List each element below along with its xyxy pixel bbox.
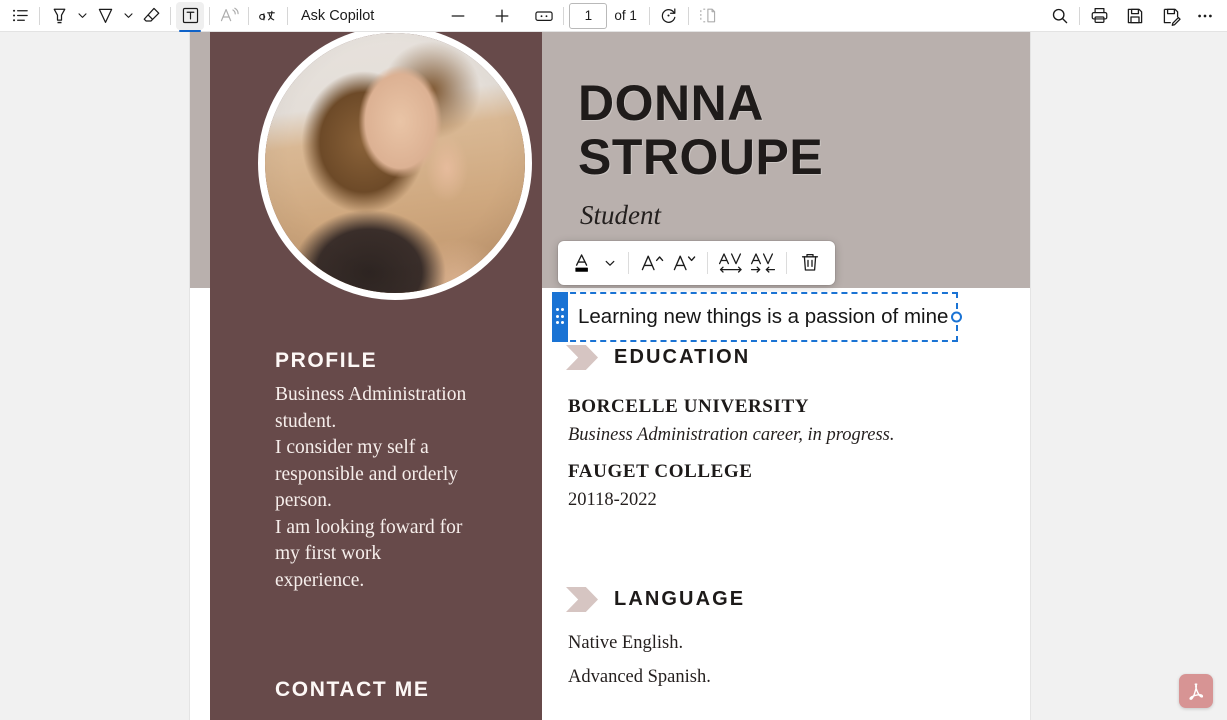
decrease-spacing-button[interactable] xyxy=(748,247,778,279)
highlighter-icon[interactable] xyxy=(45,2,73,30)
font-color-chevron-icon[interactable] xyxy=(600,247,620,279)
education-section-title: EDUCATION xyxy=(614,346,751,368)
page-count-label: of 1 xyxy=(614,8,637,23)
format-separator-2 xyxy=(707,252,708,274)
profile-section-title: PROFILE xyxy=(275,349,378,372)
resume-sidebar: PROFILE Business Administration student.… xyxy=(210,32,542,720)
textbox-text-after-caret: ssion of mine xyxy=(827,305,949,328)
format-separator-1 xyxy=(628,252,629,274)
eraser-icon[interactable] xyxy=(137,2,165,30)
chevron-right-icon xyxy=(566,587,598,612)
education-entries: BORCELLE UNIVERSITY Business Administrat… xyxy=(568,396,998,515)
resume-page: PROFILE Business Administration student.… xyxy=(190,32,1030,720)
toolbar-separator-7 xyxy=(648,6,650,25)
textbox-resize-handle[interactable] xyxy=(951,311,962,323)
text-format-toolbar xyxy=(558,241,835,285)
education-detail-0: Business Administration career, in progr… xyxy=(568,425,895,445)
top-toolbar: Ask Copilot 1 of 1 xyxy=(0,0,1227,32)
pen-chevron-icon[interactable] xyxy=(119,2,137,30)
format-separator-3 xyxy=(786,252,787,274)
toolbar-separator-4 xyxy=(248,6,249,25)
zoom-in-button[interactable] xyxy=(488,2,516,30)
print-icon[interactable] xyxy=(1085,2,1113,30)
language-section-title: LANGUAGE xyxy=(614,588,746,610)
education-school-1: FAUGET COLLEGE xyxy=(568,460,753,482)
increase-font-size-button[interactable] xyxy=(637,247,667,279)
page-view-icon[interactable] xyxy=(694,2,722,30)
education-section-header: EDUCATION xyxy=(566,345,750,370)
pen-icon[interactable] xyxy=(91,2,119,30)
save-as-icon[interactable] xyxy=(1157,2,1185,30)
textbox-text-before-caret: Learning new things is a pa xyxy=(578,305,828,328)
toolbar-separator-3 xyxy=(209,6,210,25)
toolbar-separator-9 xyxy=(1079,6,1080,25)
education-detail-1: 20118-2022 xyxy=(568,489,657,510)
page-number-input[interactable]: 1 xyxy=(569,2,608,29)
rotate-icon[interactable] xyxy=(655,2,683,30)
add-text-icon[interactable] xyxy=(176,1,204,32)
resume-main-column: DONNA STROUPE Student EDUCATION BORCELLE … xyxy=(542,32,1030,720)
language-section-header: LANGUAGE xyxy=(566,587,745,612)
language-line-1: Advanced Spanish. xyxy=(568,666,711,687)
search-icon[interactable] xyxy=(1046,2,1074,30)
toolbar-separator-6 xyxy=(563,6,565,25)
list-view-icon[interactable] xyxy=(6,2,34,30)
fit-page-icon[interactable] xyxy=(530,2,558,30)
highlighter-chevron-icon[interactable] xyxy=(73,2,91,30)
save-icon[interactable] xyxy=(1121,2,1149,30)
text-input[interactable]: Learning new things is a pa ssion of mine xyxy=(578,294,949,340)
language-line-0: Native English. xyxy=(568,633,684,653)
font-color-button[interactable] xyxy=(568,247,598,279)
document-viewport[interactable]: PROFILE Business Administration student.… xyxy=(0,32,1227,720)
job-role-label: Student xyxy=(580,200,661,230)
ask-copilot-button[interactable]: Ask Copilot xyxy=(293,8,382,24)
more-options-icon[interactable] xyxy=(1191,2,1219,30)
profile-photo xyxy=(258,32,532,300)
education-school-0: BORCELLE UNIVERSITY xyxy=(568,396,810,417)
read-aloud-icon[interactable] xyxy=(215,2,243,30)
delete-textbox-button[interactable] xyxy=(795,247,825,279)
chevron-right-icon xyxy=(566,345,598,370)
decrease-font-size-button[interactable] xyxy=(669,247,699,279)
translate-icon[interactable] xyxy=(254,2,282,30)
toolbar-separator-5 xyxy=(287,6,288,25)
contact-section-title: CONTACT ME xyxy=(275,678,430,701)
textbox-move-handle[interactable] xyxy=(552,292,568,342)
increase-spacing-button[interactable] xyxy=(716,247,746,279)
profile-section-body: Business Administration student. I consi… xyxy=(275,384,467,591)
toolbar-separator-1 xyxy=(39,6,40,25)
zoom-out-button[interactable] xyxy=(444,2,472,30)
selected-text-box[interactable]: Learning new things is a pa ssion of mine xyxy=(552,292,962,342)
page-title: DONNA STROUPE xyxy=(578,75,824,185)
toolbar-separator-8 xyxy=(687,6,689,25)
toolbar-separator-2 xyxy=(170,6,171,25)
pdf-icon[interactable] xyxy=(1179,674,1213,708)
language-entries: Native English. Advanced Spanish. xyxy=(568,630,711,692)
